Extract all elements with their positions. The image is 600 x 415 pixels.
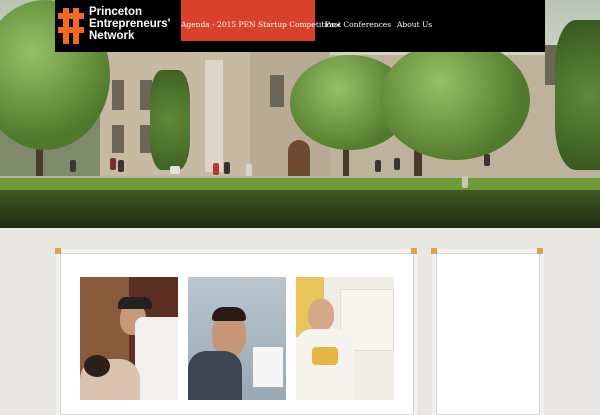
hero-shadow-lawn <box>0 190 600 228</box>
pen-monogram-icon <box>58 8 84 44</box>
hero-person <box>484 154 490 166</box>
hero-person <box>118 160 124 172</box>
hero-person <box>246 164 252 176</box>
panel-corner-ornament <box>411 248 417 254</box>
hero-person <box>170 166 180 174</box>
nav-item-agenda[interactable]: Agenda - 2015 PEN Startup Competition▾ <box>181 0 340 41</box>
panel-corner-ornament <box>537 248 543 254</box>
site-name-line-2: Entrepreneurs' <box>89 18 171 30</box>
hero-person <box>213 163 219 175</box>
sidebar-panel <box>436 253 540 415</box>
photo-banner <box>253 347 283 387</box>
photo-hair <box>84 355 110 377</box>
photo-shirt <box>188 351 242 400</box>
hero-window <box>112 80 124 110</box>
nav-item-agenda-label: Agenda - 2015 PEN Startup Competition <box>181 20 337 29</box>
hero-ivy <box>555 20 600 170</box>
hero-person <box>110 158 116 170</box>
nav-item-past-conferences[interactable]: Past Conferences <box>325 0 391 41</box>
panel-corner-ornament <box>55 248 61 254</box>
hero-doorway <box>288 140 310 176</box>
hero-person <box>224 162 230 174</box>
site-name-line-3: Network <box>89 30 135 42</box>
hero-person <box>375 160 381 172</box>
nav-item-about-us-label: About Us <box>397 20 433 29</box>
site-name: Princeton Entrepreneurs' Network <box>89 6 170 42</box>
hero-window <box>112 125 124 153</box>
top-navigation-bar: Princeton Entrepreneurs' Network Agenda … <box>55 0 545 52</box>
photo-hair <box>212 307 246 321</box>
hero-ivy <box>150 70 190 170</box>
hero-person <box>70 160 76 172</box>
hero-person <box>462 176 468 188</box>
hero-person <box>394 158 400 170</box>
panel-corner-ornament <box>431 248 437 254</box>
photo-shirt <box>135 317 178 400</box>
nav-item-about-us[interactable]: About Us <box>397 0 432 41</box>
gallery-photo-presenter[interactable] <box>296 277 394 400</box>
photo-tshirt-graphic <box>312 347 338 365</box>
photo-person-face <box>308 299 334 331</box>
site-logo[interactable]: Princeton Entrepreneurs' Network <box>55 0 175 52</box>
photo-cap <box>118 297 152 309</box>
gallery-photo-attendee[interactable] <box>188 277 286 400</box>
hero-column <box>205 60 223 172</box>
hero-window <box>270 75 284 107</box>
nav-item-past-conferences-label: Past Conferences <box>325 20 392 29</box>
hero-tree <box>380 40 530 160</box>
site-name-line-1: Princeton <box>89 6 143 18</box>
gallery-photo-speaker[interactable] <box>80 277 178 400</box>
